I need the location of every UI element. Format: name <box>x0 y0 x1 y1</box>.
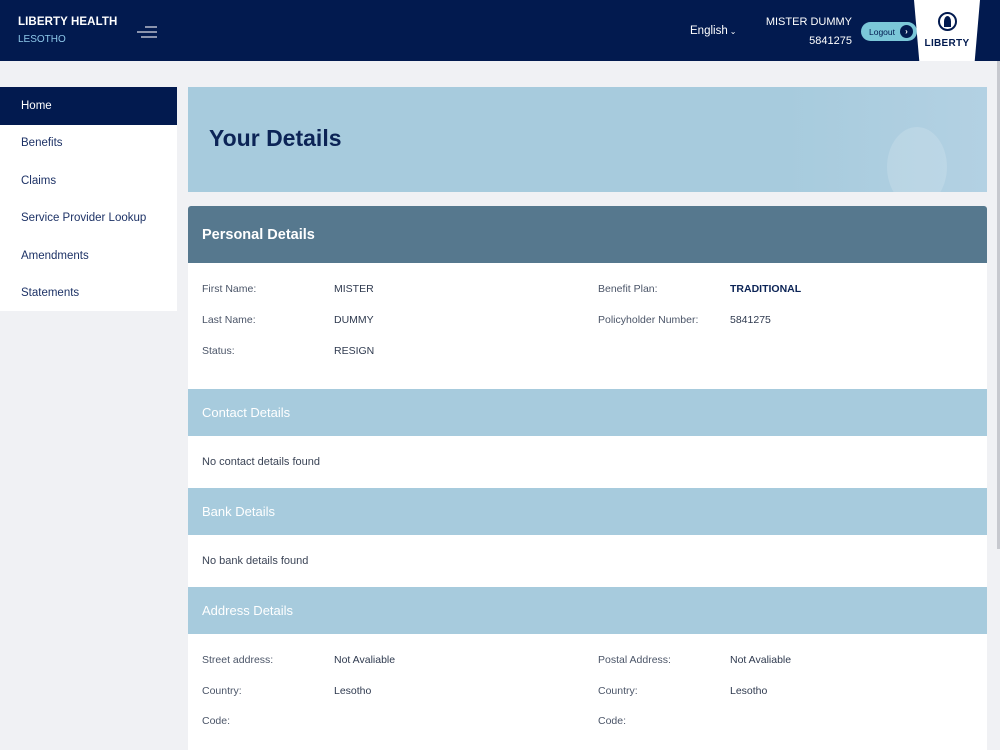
sidebar-item-home[interactable]: Home <box>0 87 177 125</box>
brand-title: LIBERTY HEALTH <box>18 16 118 28</box>
postal-country-label: Country: <box>598 685 638 697</box>
code-label: Code: <box>202 715 231 727</box>
policyholder-number-value: 5841275 <box>730 314 771 326</box>
sidebar-item-label: Statements <box>21 287 80 300</box>
section-title: Personal Details <box>202 226 315 243</box>
logout-button[interactable]: Logout › <box>861 22 917 41</box>
flame-emblem-icon <box>938 12 957 31</box>
main-content: Your Details Personal Details First Name… <box>188 87 987 750</box>
status-value: RESIGN <box>334 345 375 357</box>
section-title: Address Details <box>202 603 294 618</box>
sidebar-item-label: Home <box>21 99 52 112</box>
logo-text: LIBERTY <box>924 38 970 49</box>
sidebar-item-label: Service Provider Lookup <box>21 212 147 225</box>
user-number: 5841275 <box>809 35 852 47</box>
sidebar-item-benefits[interactable]: Benefits <box>0 125 177 163</box>
postal-address-value: Not Avaliable <box>730 654 792 666</box>
postal-code-label: Code: <box>598 715 627 727</box>
contact-empty-message: No contact details found <box>202 456 321 468</box>
address-details-header: Address Details <box>188 587 987 634</box>
street-address-label: Street address: <box>202 654 274 666</box>
last-name-value: DUMMY <box>334 314 374 326</box>
section-title: Bank Details <box>202 504 275 519</box>
country-value: Lesotho <box>334 685 372 697</box>
postal-address-label: Postal Address: <box>598 654 671 666</box>
street-address-value: Not Avaliable <box>334 654 396 666</box>
last-name-label: Last Name: <box>202 314 256 326</box>
page-banner: Your Details <box>188 87 987 192</box>
brand[interactable]: LIBERTY HEALTH LESOTHO <box>18 16 117 45</box>
sidebar-item-amendments[interactable]: Amendments <box>0 237 177 275</box>
menu-toggle-icon[interactable] <box>137 24 157 40</box>
bank-details-body: No bank details found <box>188 535 987 587</box>
address-details-body: Street address: Not Avaliable Country: L… <box>188 634 987 750</box>
sidebar-item-label: Amendments <box>21 249 89 262</box>
benefit-plan-value: TRADITIONAL <box>730 283 802 295</box>
first-name-value: MISTER <box>334 283 374 295</box>
sidebar: Home Benefits Claims Service Provider Lo… <box>0 87 177 311</box>
chevron-down-icon: ⌄ <box>729 27 737 36</box>
first-name-label: First Name: <box>202 283 257 295</box>
personal-details-body: First Name: MISTER Last Name: DUMMY Stat… <box>188 263 987 389</box>
status-label: Status: <box>202 345 235 357</box>
policyholder-number-label: Policyholder Number: <box>598 314 699 326</box>
contact-details-header: Contact Details <box>188 389 987 436</box>
arrow-right-icon: › <box>900 25 913 38</box>
postal-country-value: Lesotho <box>730 685 768 697</box>
personal-details-header: Personal Details <box>188 206 987 263</box>
top-header: LIBERTY HEALTH LESOTHO English ⌄ MISTER D… <box>0 0 1000 61</box>
sidebar-item-claims[interactable]: Claims <box>0 162 177 200</box>
user-info: MISTER DUMMY 5841275 <box>766 16 852 47</box>
page-title: Your Details <box>209 125 342 151</box>
benefit-plan-label: Benefit Plan: <box>598 283 658 295</box>
liberty-logo[interactable]: LIBERTY <box>914 0 980 61</box>
brand-subtitle: LESOTHO <box>18 34 66 45</box>
bank-details-header: Bank Details <box>188 488 987 535</box>
logout-label: Logout <box>869 26 895 37</box>
sidebar-item-label: Claims <box>21 174 57 187</box>
bank-empty-message: No bank details found <box>202 555 309 567</box>
language-label: English <box>690 25 728 37</box>
country-label: Country: <box>202 685 242 697</box>
contact-details-body: No contact details found <box>188 436 987 488</box>
section-title: Contact Details <box>202 405 291 420</box>
sidebar-item-statements[interactable]: Statements <box>0 275 177 313</box>
sidebar-item-service-provider-lookup[interactable]: Service Provider Lookup <box>0 200 177 238</box>
language-selector[interactable]: English ⌄ <box>690 25 736 37</box>
sidebar-item-label: Benefits <box>21 137 63 150</box>
user-name: MISTER DUMMY <box>765 16 852 28</box>
